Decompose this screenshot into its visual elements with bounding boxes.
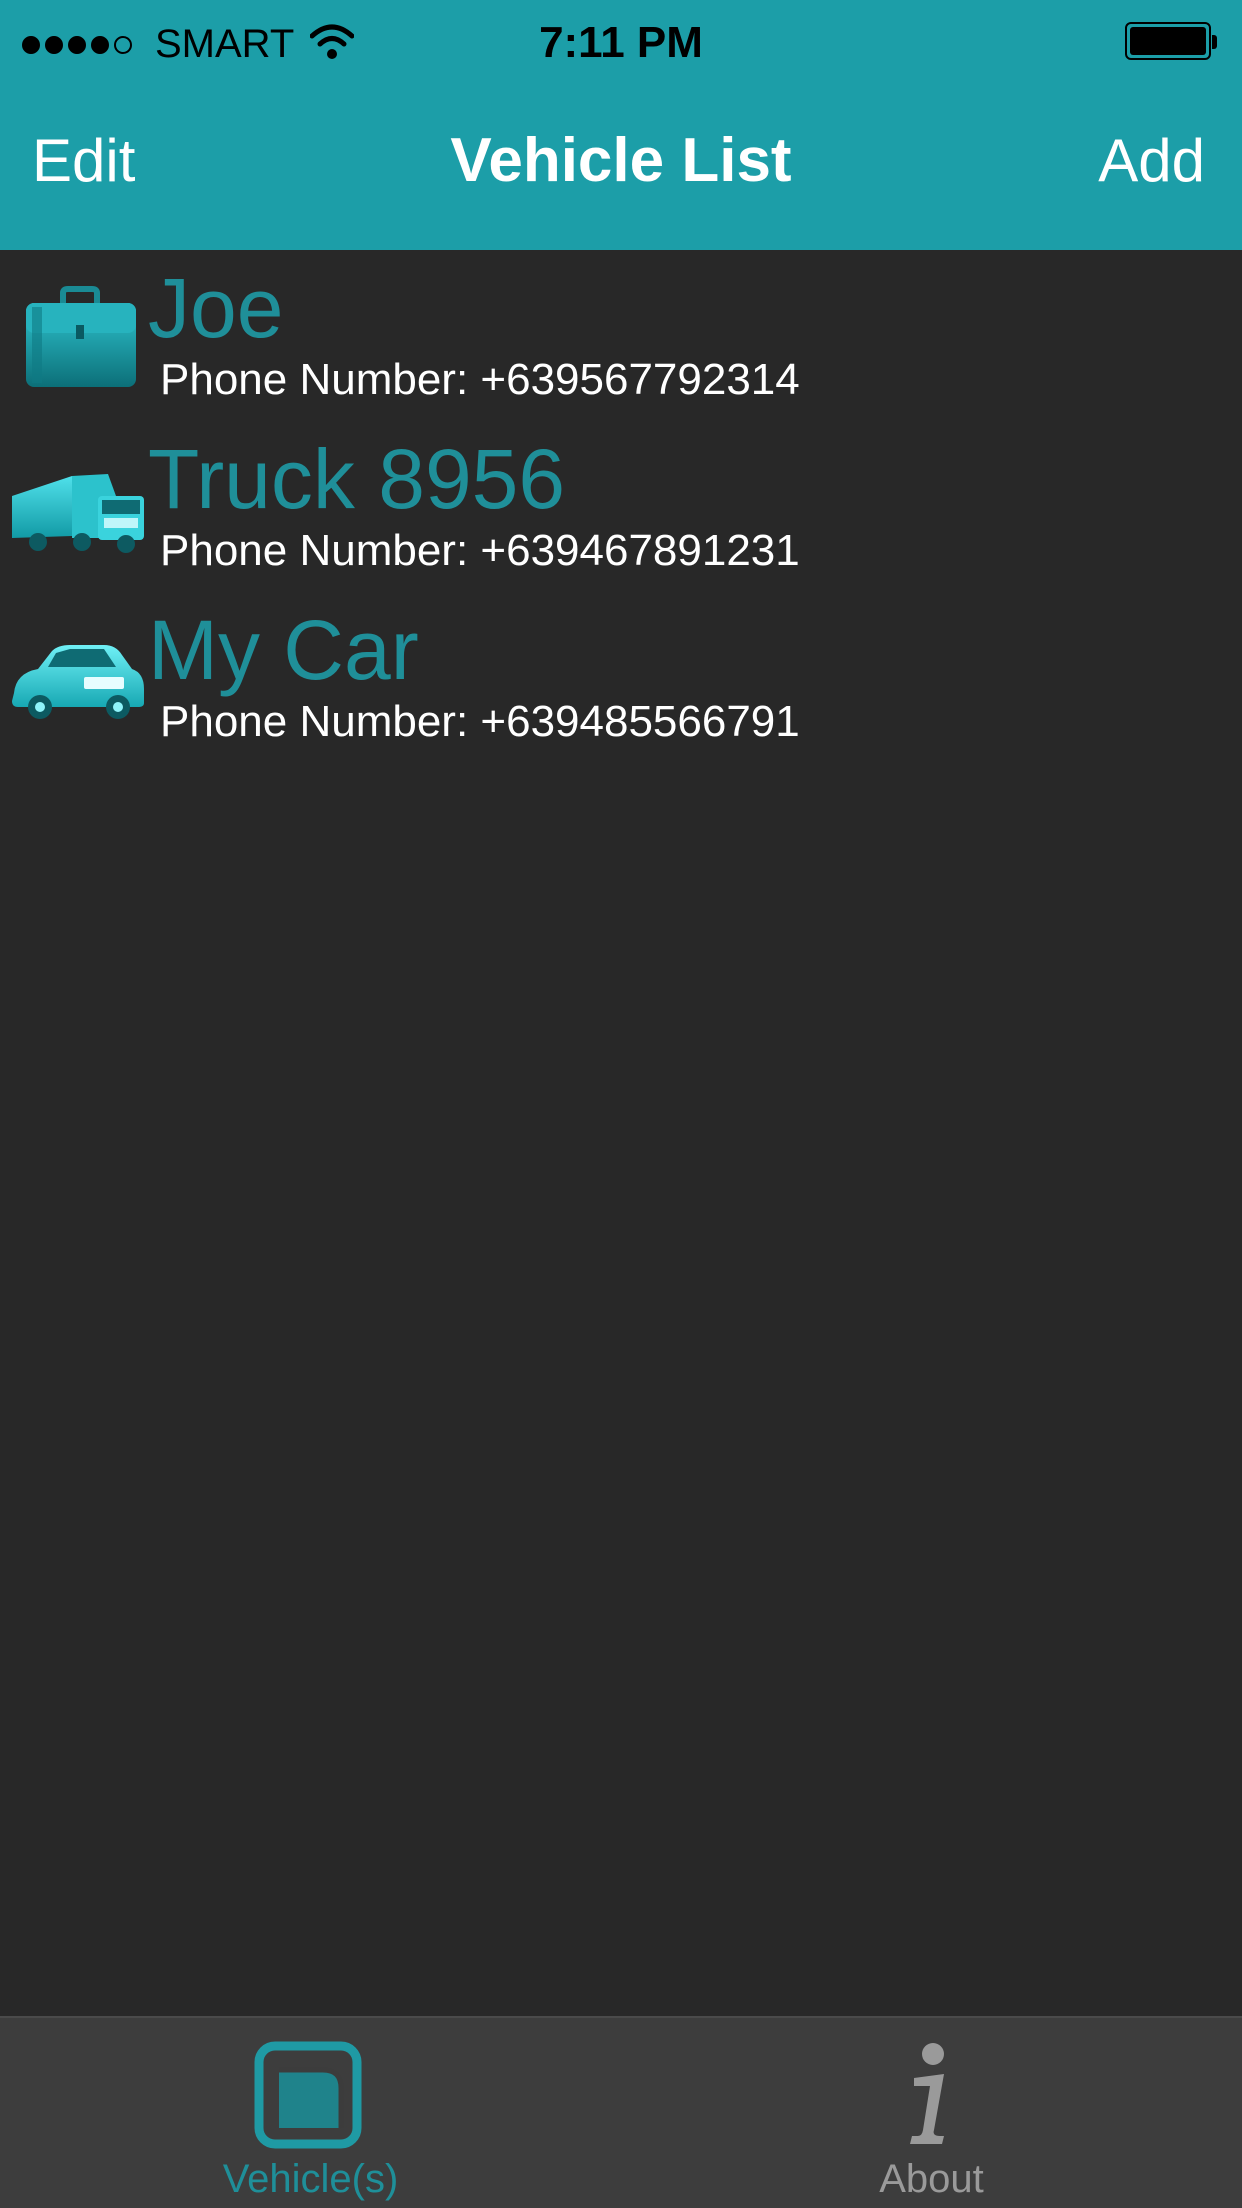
briefcase-icon — [26, 286, 136, 387]
tab-bar: Vehicle(s) About — [0, 2016, 1242, 2208]
battery-fill — [1130, 27, 1206, 55]
vehicle-name: Joe — [148, 261, 284, 355]
list-item[interactable]: My Car Phone Number: +639485566791 — [0, 592, 1242, 763]
status-time: 7:11 PM — [539, 18, 703, 67]
vehicle-list-screen: SMART 7:11 PM Edit Vehicle List Add Joe … — [0, 0, 1242, 2208]
navigation-bar: Edit Vehicle List Add — [0, 86, 1242, 250]
header: SMART 7:11 PM Edit Vehicle List Add — [0, 0, 1242, 250]
edit-button[interactable]: Edit — [32, 126, 135, 196]
status-bar: SMART 7:11 PM — [0, 0, 1242, 86]
vehicle-phone: Phone Number: +639567792314 — [160, 355, 800, 404]
tab-label: About — [879, 2157, 984, 2201]
page-title: Vehicle List — [450, 126, 792, 195]
battery-nub — [1212, 35, 1217, 49]
vehicle-list: Joe Phone Number: +639567792314 Truck 89… — [0, 250, 1242, 763]
vehicles-tab-icon — [254, 2041, 362, 2149]
info-icon — [910, 2043, 944, 2144]
vehicle-name: My Car — [148, 603, 419, 697]
truck-icon — [12, 474, 144, 553]
battery-icon — [1125, 22, 1217, 60]
vehicle-phone: Phone Number: +639485566791 — [160, 697, 800, 746]
vehicle-name: Truck 8956 — [148, 432, 566, 526]
add-button[interactable]: Add — [1098, 126, 1205, 196]
tab-vehicles[interactable]: Vehicle(s) — [0, 2018, 621, 2208]
list-item[interactable]: Truck 8956 Phone Number: +639467891231 — [0, 421, 1242, 592]
car-icon — [12, 645, 144, 719]
tab-about[interactable]: About — [621, 2018, 1242, 2208]
vehicle-phone: Phone Number: +639467891231 — [160, 526, 800, 575]
tab-label: Vehicle(s) — [222, 2157, 399, 2201]
list-item[interactable]: Joe Phone Number: +639567792314 — [0, 250, 1242, 421]
